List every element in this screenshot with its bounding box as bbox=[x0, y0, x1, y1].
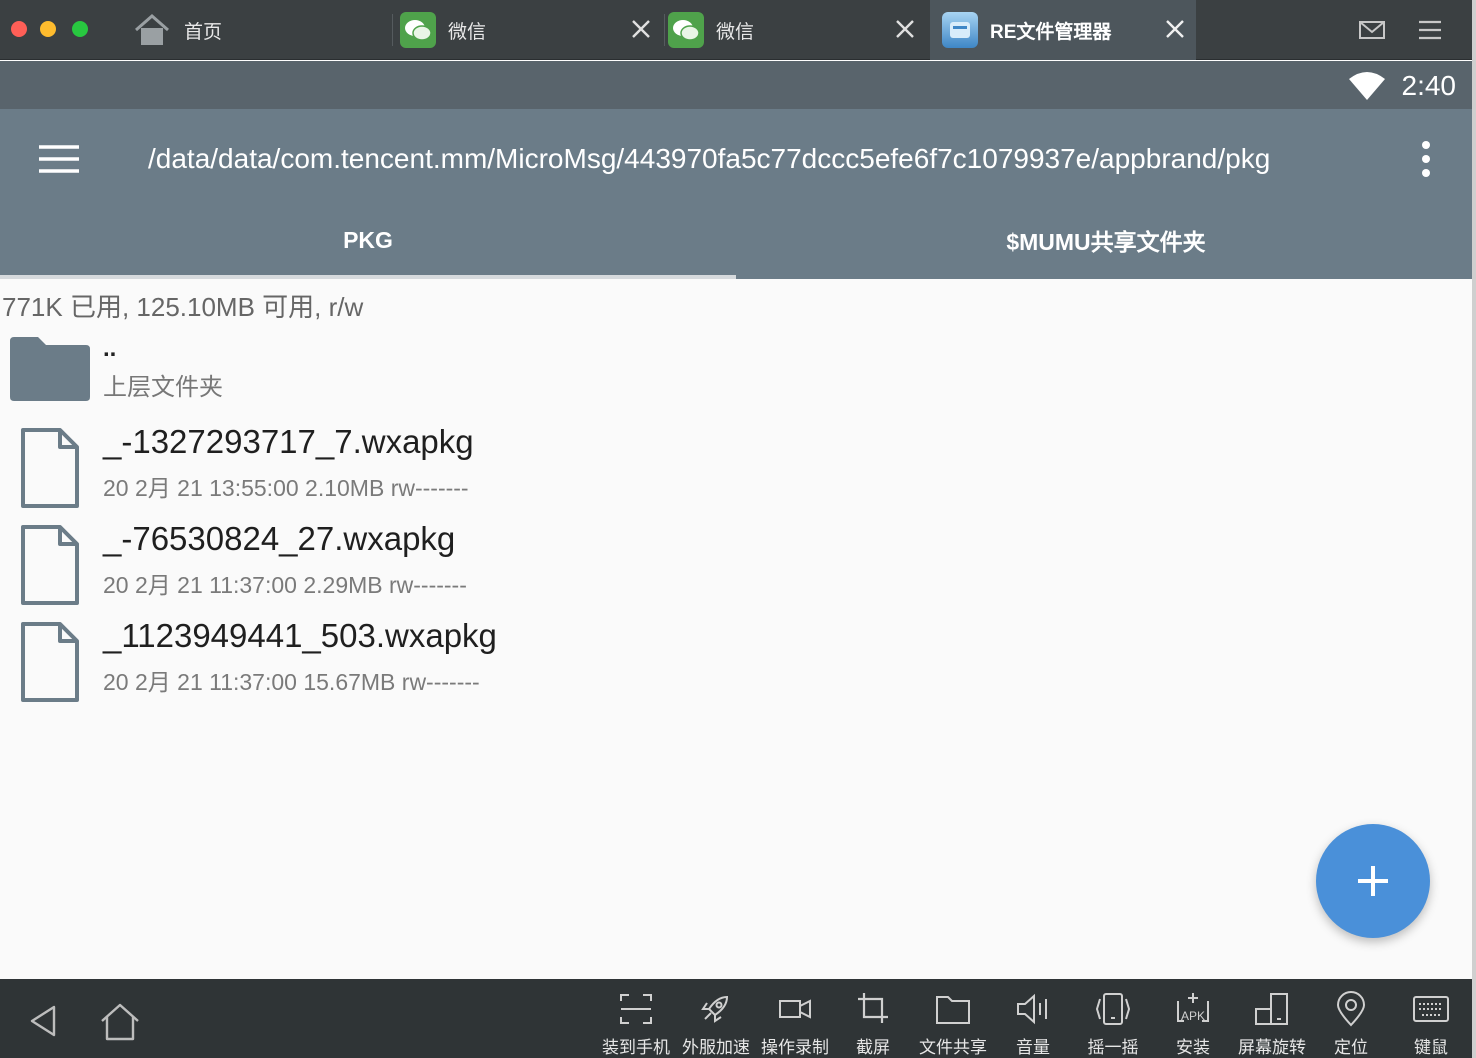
crop-icon bbox=[858, 993, 888, 1023]
tool-label: 操作录制 bbox=[761, 1038, 829, 1057]
file-icon bbox=[21, 622, 79, 702]
tool-volume[interactable]: 音量 bbox=[1006, 979, 1060, 1058]
apk-icon: APK bbox=[1177, 993, 1209, 1023]
tool-label: 定位 bbox=[1334, 1038, 1368, 1057]
video-icon bbox=[779, 999, 811, 1019]
location-icon bbox=[1336, 991, 1366, 1027]
tab-mumu-shared-folder[interactable]: $MUMU共享文件夹 bbox=[736, 201, 1476, 279]
drawer-menu-icon[interactable] bbox=[38, 143, 80, 175]
parent-folder-label: 上层文件夹 bbox=[103, 374, 223, 401]
close-icon[interactable] bbox=[1162, 16, 1188, 42]
plus-icon bbox=[1358, 866, 1388, 896]
file-row[interactable]: _-1327293717_7.wxapkg 20 2月 21 13:55:00 … bbox=[0, 423, 1476, 523]
maximize-window-button[interactable] bbox=[72, 21, 88, 37]
tool-label: 装到手机 bbox=[602, 1038, 670, 1057]
minimize-window-button[interactable] bbox=[40, 21, 56, 37]
rocket-icon bbox=[701, 995, 729, 1023]
close-icon[interactable] bbox=[892, 16, 918, 42]
folder-icon bbox=[10, 337, 90, 401]
tool-label: 文件共享 bbox=[919, 1038, 987, 1057]
file-name: _1123949441_503.wxapkg bbox=[103, 617, 497, 654]
tool-shake[interactable]: 摇一摇 bbox=[1078, 979, 1148, 1058]
tab-home[interactable]: 首页 bbox=[132, 0, 390, 60]
file-list-panel: 771K 已用, 125.10MB 可用, r/w .. 上层文件夹 _-132… bbox=[0, 279, 1476, 979]
hamburger-menu-icon[interactable] bbox=[1416, 16, 1444, 44]
close-icon[interactable] bbox=[628, 16, 654, 42]
file-icon bbox=[21, 428, 79, 508]
parent-folder-row[interactable]: .. 上层文件夹 bbox=[0, 335, 1476, 411]
re-file-manager-icon bbox=[942, 12, 978, 48]
tab-wechat-1-label: 微信 bbox=[448, 21, 487, 43]
file-name: _-76530824_27.wxapkg bbox=[103, 520, 456, 557]
svg-text:APK: APK bbox=[1181, 1009, 1205, 1023]
tool-label: 截屏 bbox=[856, 1038, 890, 1057]
tab-re-label: RE文件管理器 bbox=[990, 21, 1112, 43]
wechat-icon bbox=[400, 12, 436, 48]
scan-icon bbox=[620, 994, 652, 1024]
status-time: 2:40 bbox=[1401, 70, 1457, 101]
tool-file-share[interactable]: 文件共享 bbox=[912, 979, 994, 1058]
file-row[interactable]: _-76530824_27.wxapkg 20 2月 21 11:37:00 2… bbox=[0, 520, 1476, 620]
tab-wechat-2-label: 微信 bbox=[716, 21, 755, 43]
wifi-icon bbox=[1349, 72, 1385, 100]
app-toolbar: /data/data/com.tencent.mm/MicroMsg/44397… bbox=[0, 109, 1476, 280]
tab-home-label: 首页 bbox=[184, 21, 223, 43]
folder-share-icon bbox=[936, 996, 970, 1024]
tool-label: 音量 bbox=[1016, 1038, 1050, 1057]
tool-label: 安装 bbox=[1176, 1038, 1210, 1057]
back-icon[interactable] bbox=[22, 999, 66, 1043]
tool-location[interactable]: 定位 bbox=[1324, 979, 1378, 1058]
tool-record-operation[interactable]: 操作录制 bbox=[756, 979, 834, 1058]
tool-keyboard-mouse[interactable]: 键鼠 bbox=[1404, 979, 1458, 1058]
window-edge bbox=[1472, 0, 1476, 1058]
storage-info: 771K 已用, 125.10MB 可用, r/w bbox=[2, 292, 364, 322]
file-name: _-1327293717_7.wxapkg bbox=[103, 423, 474, 460]
tool-rotate-screen[interactable]: 屏幕旋转 bbox=[1232, 979, 1312, 1058]
tab-pkg[interactable]: PKG bbox=[0, 201, 736, 279]
close-window-button[interactable] bbox=[11, 21, 27, 37]
file-meta: 20 2月 21 11:37:00 15.67MB rw------- bbox=[103, 669, 480, 695]
file-icon bbox=[21, 525, 79, 605]
tool-screenshot[interactable]: 截屏 bbox=[846, 979, 900, 1058]
file-meta: 20 2月 21 11:37:00 2.29MB rw------- bbox=[103, 572, 467, 598]
shake-icon bbox=[1095, 993, 1131, 1025]
tool-label: 摇一摇 bbox=[1087, 1038, 1139, 1057]
more-options-icon[interactable] bbox=[1414, 139, 1438, 179]
tab-re-file-manager[interactable]: RE文件管理器 bbox=[930, 0, 1196, 60]
file-meta: 20 2月 21 13:55:00 2.10MB rw------- bbox=[103, 475, 469, 501]
tool-label: 屏幕旋转 bbox=[1238, 1038, 1306, 1057]
keyboard-icon bbox=[1413, 996, 1449, 1022]
tool-install-to-phone[interactable]: 装到手机 bbox=[596, 979, 676, 1058]
add-fab-button[interactable] bbox=[1316, 824, 1430, 938]
home-icon bbox=[135, 14, 169, 45]
volume-icon bbox=[1017, 993, 1047, 1025]
status-bar: 2:40 bbox=[0, 61, 1476, 109]
parent-dots: .. bbox=[103, 335, 117, 362]
emulator-bottom-bar: 装到手机 外服加速 操作录制 截屏 文件共享 音量 摇一摇 APK 安装 屏幕旋… bbox=[0, 979, 1476, 1058]
home-nav-icon[interactable] bbox=[98, 999, 142, 1043]
wechat-icon bbox=[668, 12, 704, 48]
rotate-icon bbox=[1255, 993, 1288, 1025]
tab-wechat-1[interactable]: 微信 bbox=[400, 0, 662, 60]
tool-label: 外服加速 bbox=[682, 1038, 750, 1057]
tab-wechat-2[interactable]: 微信 bbox=[668, 0, 926, 60]
mail-icon[interactable] bbox=[1358, 16, 1386, 44]
folder-tabs: PKG $MUMU共享文件夹 bbox=[0, 201, 1476, 279]
tab-divider bbox=[392, 14, 393, 46]
window-tab-bar: 首页 微信 微信 RE文件管理器 bbox=[0, 0, 1476, 60]
tool-install-apk[interactable]: APK 安装 bbox=[1166, 979, 1220, 1058]
tool-overseas-accel[interactable]: 外服加速 bbox=[676, 979, 756, 1058]
tool-label: 键鼠 bbox=[1414, 1038, 1448, 1057]
tab-divider bbox=[664, 14, 665, 46]
file-row[interactable]: _1123949441_503.wxapkg 20 2月 21 11:37:00… bbox=[0, 617, 1476, 717]
current-path: /data/data/com.tencent.mm/MicroMsg/44397… bbox=[148, 143, 1271, 174]
